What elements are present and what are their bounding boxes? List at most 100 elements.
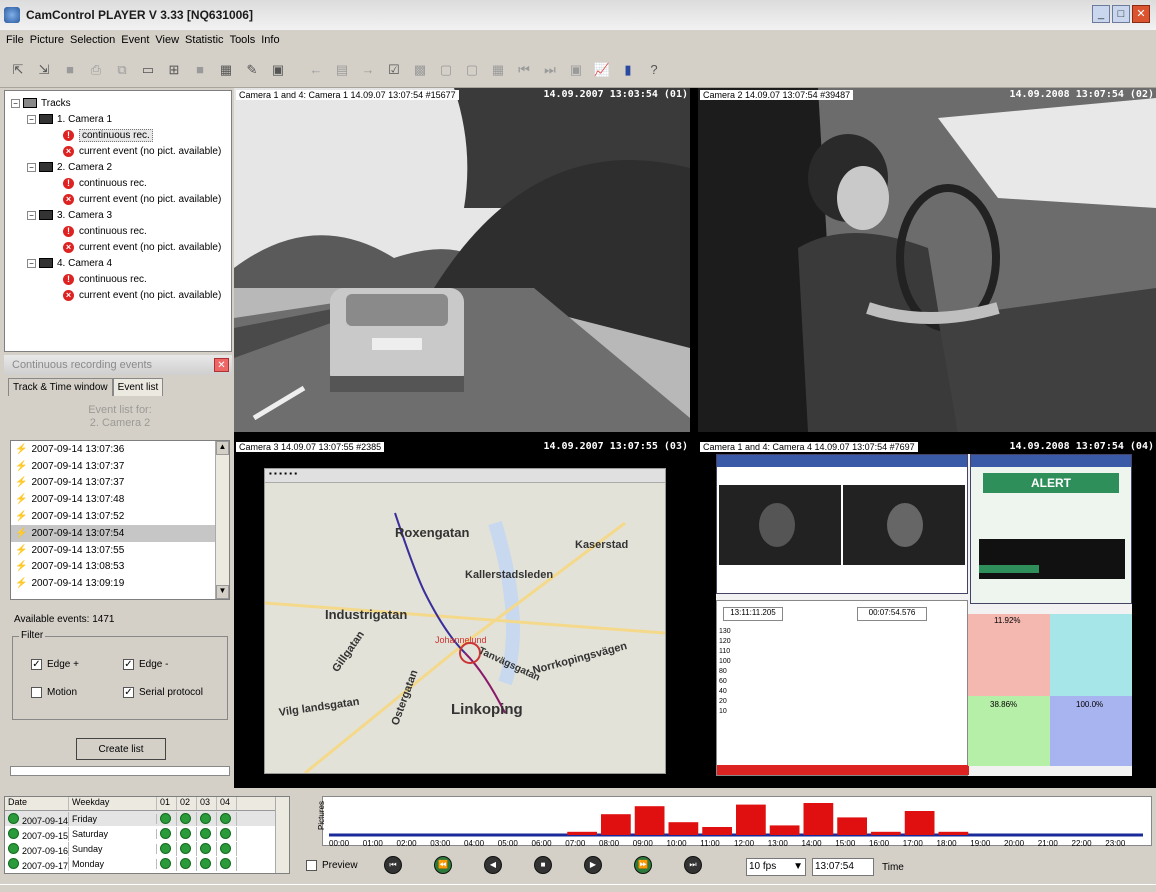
grid-view-icon[interactable]: ▦ <box>216 60 236 80</box>
video-camera-2[interactable]: Camera 2 14.09.07 13:07:54 #39487 14.09.… <box>698 88 1156 432</box>
quad-view-icon[interactable]: ⊞ <box>164 60 184 80</box>
camera-node[interactable]: −4. Camera 4 <box>11 255 227 271</box>
export-icon[interactable]: ⇲ <box>34 60 54 80</box>
full-view-icon[interactable]: ■ <box>190 60 210 80</box>
play-button[interactable]: ▶ <box>584 856 602 874</box>
menu-file[interactable]: File <box>6 34 24 46</box>
recording-node[interactable]: × current event (no pict. available) <box>11 191 227 207</box>
check-icon[interactable]: ☑ <box>384 60 404 80</box>
video-camera-4[interactable]: ALERT 13:11:11.205 00:07:54.576 130 120 11… <box>698 440 1156 788</box>
layout1-icon[interactable]: ▩ <box>410 60 430 80</box>
day-row[interactable]: 2007-09-15 Saturday <box>5 826 289 841</box>
tab-event-list[interactable]: Event list <box>112 378 164 396</box>
day-row[interactable]: 2007-09-16 Sunday <box>5 841 289 856</box>
collapse-icon[interactable]: − <box>27 258 36 268</box>
next-frame-icon[interactable]: ⏭ <box>540 60 560 80</box>
bar-chart-icon[interactable]: ▮ <box>618 60 638 80</box>
copy-icon[interactable]: ⧉ <box>112 60 132 80</box>
event-item[interactable]: ⚡ 2007-09-14 13:07:37 <box>11 458 229 475</box>
preview-checkbox[interactable]: Preview <box>306 860 358 871</box>
collapse-icon[interactable]: − <box>27 162 36 172</box>
event-list-scrollbar[interactable]: ▲ ▼ <box>215 441 229 599</box>
line-chart-icon[interactable]: 📈 <box>592 60 612 80</box>
filter-serial-protocol[interactable]: ✓ Serial protocol <box>123 687 203 698</box>
print-icon[interactable]: ⎙ <box>86 60 106 80</box>
event-item[interactable]: ⚡ 2007-09-14 13:07:52 <box>11 508 229 525</box>
menu-view[interactable]: View <box>155 34 179 46</box>
video-camera-3[interactable]: ▪ ▪ ▪ ▪ ▪ ▪ Roxengatan Kaserstad Kallers… <box>234 440 690 788</box>
recording-node[interactable]: ! continuous rec. <box>11 223 227 239</box>
layout3-icon[interactable]: ▢ <box>462 60 482 80</box>
checkbox[interactable]: ✓ <box>31 659 42 670</box>
checkbox[interactable] <box>31 687 42 698</box>
close-button[interactable]: ✕ <box>1132 5 1150 23</box>
maximize-button[interactable]: □ <box>1112 5 1130 23</box>
event-item[interactable]: ⚡ 2007-09-14 13:07:37 <box>11 475 229 492</box>
day-table-scrollbar[interactable] <box>275 797 289 873</box>
camera-node[interactable]: −2. Camera 2 <box>11 159 227 175</box>
back-icon[interactable]: ← <box>306 60 326 80</box>
menu-info[interactable]: Info <box>261 34 279 46</box>
menu-tools[interactable]: Tools <box>230 34 256 46</box>
menu-picture[interactable]: Picture <box>30 34 64 46</box>
checkbox[interactable]: ✓ <box>123 659 134 670</box>
fps-select[interactable]: 10 fps ▼ <box>746 858 806 876</box>
filter-edge-plus[interactable]: ✓ Edge + <box>31 659 79 670</box>
event-item[interactable]: ⚡ 2007-09-14 13:09:19 <box>11 575 229 592</box>
recording-node[interactable]: × current event (no pict. available) <box>11 143 227 159</box>
filter-motion[interactable]: Motion <box>31 687 77 698</box>
stop-icon[interactable]: ■ <box>60 60 80 80</box>
forward-icon[interactable]: → <box>358 60 378 80</box>
scroll-down-icon[interactable]: ▼ <box>216 585 229 599</box>
collapse-icon[interactable]: − <box>27 114 36 124</box>
fast-back-button[interactable]: ⏪ <box>434 856 452 874</box>
event-icon: ⚡ <box>15 544 28 556</box>
checkbox[interactable]: ✓ <box>123 687 134 698</box>
menu-selection[interactable]: Selection <box>70 34 115 46</box>
page-icon[interactable]: ▤ <box>332 60 352 80</box>
last-frame-button[interactable]: ⏭ <box>684 856 702 874</box>
event-item[interactable]: ⚡ 2007-09-14 13:07:55 <box>11 542 229 559</box>
create-list-button[interactable]: Create list <box>76 738 166 760</box>
minimize-button[interactable]: _ <box>1092 5 1110 23</box>
layout2-icon[interactable]: ▢ <box>436 60 456 80</box>
layout4-icon[interactable]: ▦ <box>488 60 508 80</box>
frame-icon[interactable]: ▣ <box>566 60 586 80</box>
time-field[interactable]: 13:07:54 <box>812 858 874 876</box>
open-icon[interactable]: ⇱ <box>8 60 28 80</box>
event-item[interactable]: ⚡ 2007-09-14 13:07:36 <box>11 441 229 458</box>
recording-node[interactable]: × current event (no pict. available) <box>11 287 227 303</box>
tools-icon[interactable]: ✎ <box>242 60 262 80</box>
recording-node[interactable]: ! continuous rec. <box>11 127 227 143</box>
recording-node[interactable]: ! continuous rec. <box>11 271 227 287</box>
event-item[interactable]: ⚡ 2007-09-14 13:08:53 <box>11 559 229 576</box>
day-row[interactable]: 2007-09-14 Friday <box>5 811 289 826</box>
event-item[interactable]: ⚡ 2007-09-14 13:07:54 <box>11 524 229 542</box>
video-camera-1[interactable]: Camera 1 and 4: Camera 1 14.09.07 13:07:… <box>234 88 690 432</box>
info-icon[interactable]: ? <box>644 60 664 80</box>
close-panel-icon[interactable]: ✕ <box>214 358 229 372</box>
tracks-root[interactable]: − Tracks <box>11 95 227 111</box>
event-icon: ⚡ <box>15 460 28 472</box>
timeline-chart[interactable]: 00:00 01:00 02:00 03:00 04:00 05:00 06:00 07:00… <box>317 796 1152 848</box>
collapse-icon[interactable]: − <box>11 98 20 108</box>
recording-node[interactable]: × current event (no pict. available) <box>11 239 227 255</box>
tab-track-time[interactable]: Track & Time window <box>8 378 113 396</box>
collapse-icon[interactable]: − <box>27 210 36 220</box>
scroll-up-icon[interactable]: ▲ <box>216 441 229 455</box>
filter-edge-minus[interactable]: ✓ Edge - <box>123 659 168 670</box>
menu-statistic[interactable]: Statistic <box>185 34 224 46</box>
step-back-button[interactable]: ◀ <box>484 856 502 874</box>
prev-frame-icon[interactable]: ⏮ <box>514 60 534 80</box>
picture-icon[interactable]: ▣ <box>268 60 288 80</box>
stop-button[interactable]: ■ <box>534 856 552 874</box>
single-view-icon[interactable]: ▭ <box>138 60 158 80</box>
recording-node[interactable]: ! continuous rec. <box>11 175 227 191</box>
first-frame-button[interactable]: ⏮ <box>384 856 402 874</box>
day-row[interactable]: 2007-09-17 Monday <box>5 856 289 871</box>
menu-event[interactable]: Event <box>121 34 149 46</box>
camera-node[interactable]: −1. Camera 1 <box>11 111 227 127</box>
camera-node[interactable]: −3. Camera 3 <box>11 207 227 223</box>
event-item[interactable]: ⚡ 2007-09-14 13:07:48 <box>11 491 229 508</box>
fast-forward-button[interactable]: ⏩ <box>634 856 652 874</box>
